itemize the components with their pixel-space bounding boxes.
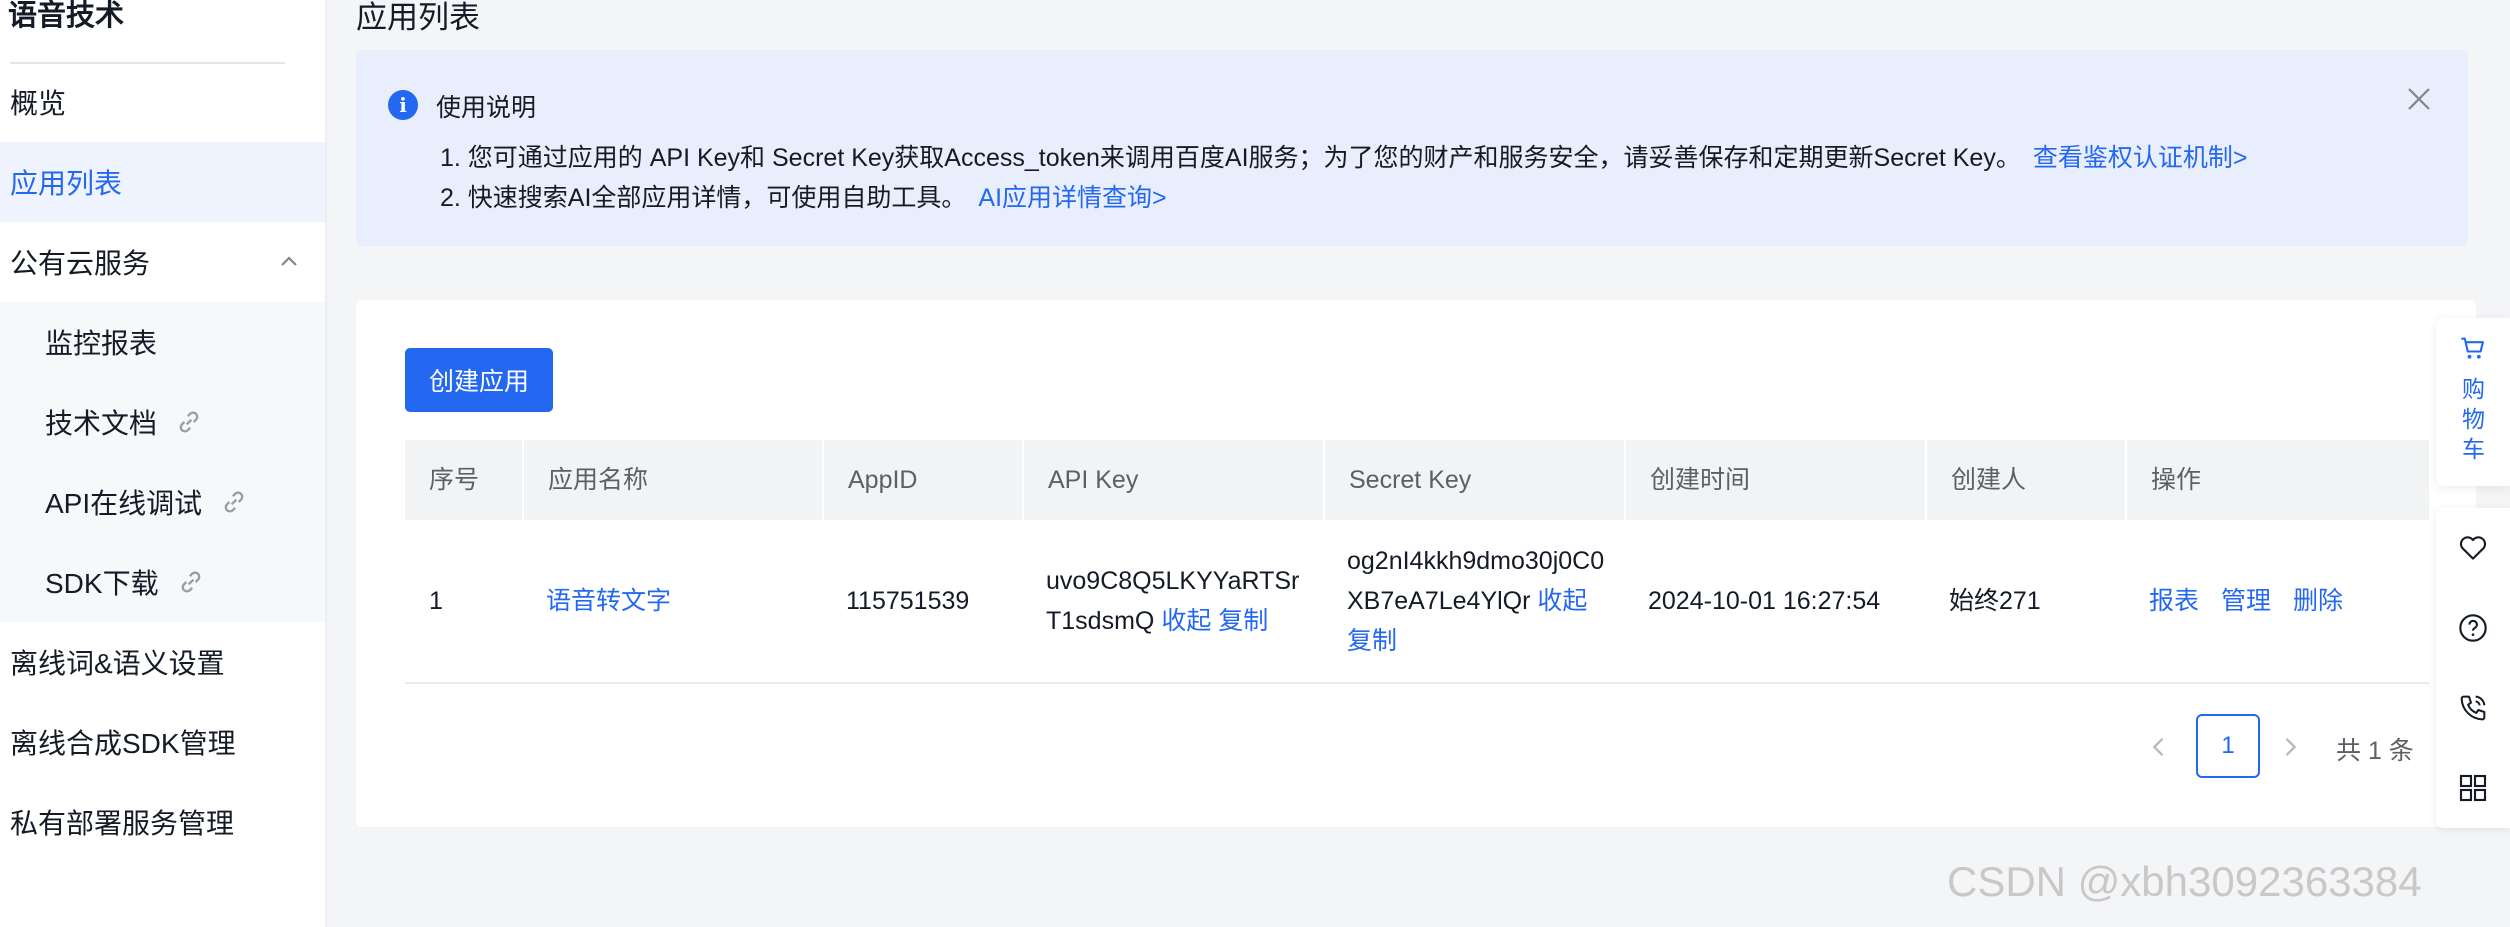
chevron-left-icon[interactable] [2145, 733, 2173, 761]
cell-creator: 始终271 [1925, 520, 2125, 682]
watermark: CSDN @xbh3092363384 [1947, 858, 2422, 905]
sidebar-item-label: 离线合成SDK管理 [10, 728, 236, 759]
sidebar-item-label: 应用列表 [10, 168, 123, 199]
secret-key-collapse-link[interactable]: 收起 [1537, 587, 1587, 615]
sidebar-item-app-list[interactable]: 应用列表 [0, 142, 325, 222]
sidebar-item-label: 公有云服务 [10, 248, 151, 279]
cell-actions: 报表 管理 删除 [2125, 520, 2429, 682]
create-app-button[interactable]: 创建应用 [405, 348, 553, 412]
secret-key-block: og2nI4kkh9dmo30j0C0XB7eA7Le4YlQr 收起 复制 [1347, 541, 1610, 661]
column-header-created-at: 创建时间 [1624, 440, 1925, 520]
cell-secret-key: og2nI4kkh9dmo30j0C0XB7eA7Le4YlQr 收起 复制 [1323, 520, 1624, 682]
manage-link[interactable]: 管理 [2221, 587, 2271, 615]
sidebar-item-label: 技术文档 [45, 408, 158, 439]
sidebar-item-private-deploy[interactable]: 私有部署服务管理 [0, 782, 325, 862]
notice-line-2-text: 2. 快速搜索AI全部应用详情，可使用自助工具。 [440, 184, 967, 212]
page-title: 应用列表 [356, 0, 480, 35]
column-header-secret-key: Secret Key [1323, 440, 1624, 520]
heart-icon[interactable] [2457, 532, 2489, 564]
row-actions: 报表 管理 删除 [2149, 581, 2365, 621]
sidebar: 语音技术 概览 应用列表 公有云服务 监控报表 技术文档 API在线调试 SDK… [0, 0, 327, 927]
cart-icon [2461, 337, 2484, 359]
sidebar-item-label: 概览 [10, 88, 67, 119]
page-number-button[interactable]: 1 [2196, 714, 2260, 778]
sidebar-item-label: 离线词&语义设置 [10, 648, 225, 679]
sidebar-item-api-debug[interactable]: API在线调试 [0, 462, 325, 542]
phone-icon[interactable] [2457, 692, 2489, 724]
info-icon: i [388, 90, 418, 120]
sidebar-item-monitor-report[interactable]: 监控报表 [0, 302, 325, 382]
api-key-block: uvo9C8Q5LKYYaRTSrT1sdsmQ 收起 复制 [1046, 561, 1309, 641]
cell-index: 1 [405, 520, 522, 682]
notice-line-1-text: 1. 您可通过应用的 API Key和 Secret Key获取Access_t… [440, 144, 2021, 172]
creator-value: 始终271 [1949, 587, 2041, 615]
row-index: 1 [429, 587, 443, 615]
grid-apps-icon[interactable] [2457, 772, 2489, 804]
cell-app-id: 115751539 [822, 520, 1022, 682]
report-link[interactable]: 报表 [2149, 587, 2199, 615]
sidebar-item-label: API在线调试 [45, 488, 203, 519]
usage-notice: i 使用说明 1. 您可通过应用的 API Key和 Secret Key获取A… [356, 50, 2468, 246]
column-header-app-id: AppID [822, 440, 1022, 520]
api-key-collapse-link[interactable]: 收起 [1161, 607, 1211, 635]
sidebar-item-label: 私有部署服务管理 [10, 808, 235, 839]
notice-line-1: 1. 您可通过应用的 API Key和 Secret Key获取Access_t… [440, 138, 2247, 174]
app-name-link[interactable]: 语音转文字 [546, 581, 671, 621]
cell-app-name: 语音转文字 [522, 520, 822, 682]
sidebar-item-offline-tts-sdk[interactable]: 离线合成SDK管理 [0, 702, 325, 782]
sidebar-item-label: 监控报表 [45, 328, 158, 359]
app-id-value: 115751539 [846, 587, 970, 615]
sidebar-item-sdk-download[interactable]: SDK下载 [0, 542, 325, 622]
secret-key-copy-link[interactable]: 复制 [1347, 627, 1397, 655]
close-icon[interactable] [2404, 84, 2434, 114]
auth-mechanism-link[interactable]: 查看鉴权认证机制> [2033, 144, 2248, 172]
table-row: 1 语音转文字 115751539 uvo9C8Q5LKYYaRTSrT1sds… [405, 520, 2429, 684]
notice-line-2: 2. 快速搜索AI全部应用详情，可使用自助工具。 AI应用详情查询> [440, 178, 1167, 214]
column-header-actions: 操作 [2125, 440, 2429, 520]
sidebar-item-label: SDK下载 [45, 568, 159, 599]
api-key-copy-link[interactable]: 复制 [1218, 607, 1268, 635]
chevron-up-icon[interactable] [277, 250, 301, 274]
external-link-icon [224, 491, 244, 513]
product-title: 语音技术 [8, 0, 125, 32]
shopping-cart-button[interactable]: 购物车 [2436, 318, 2510, 486]
ai-app-detail-link[interactable]: AI应用详情查询> [978, 184, 1166, 212]
sidebar-item-offline-words[interactable]: 离线词&语义设置 [0, 622, 325, 702]
table-header: 序号 应用名称 AppID API Key Secret Key 创建时间 创建… [405, 440, 2429, 520]
column-header-api-key: API Key [1022, 440, 1323, 520]
cell-api-key: uvo9C8Q5LKYYaRTSrT1sdsmQ 收起 复制 [1022, 520, 1323, 682]
column-header-app-name: 应用名称 [522, 440, 822, 520]
sidebar-item-tech-docs[interactable]: 技术文档 [0, 382, 325, 462]
column-header-index: 序号 [429, 466, 480, 494]
cart-label: 购物车 [2462, 376, 2485, 462]
notice-title: 使用说明 [436, 94, 537, 122]
sidebar-item-public-cloud[interactable]: 公有云服务 [0, 222, 325, 302]
cell-created-at: 2024-10-01 16:27:54 [1624, 520, 1925, 682]
column-header-creator: 创建人 [1925, 440, 2125, 520]
chevron-right-icon[interactable] [2276, 733, 2304, 761]
external-link-icon [181, 571, 200, 593]
sidebar-item-overview[interactable]: 概览 [0, 62, 325, 142]
delete-link[interactable]: 删除 [2293, 587, 2343, 615]
help-icon[interactable] [2457, 612, 2489, 644]
external-link-icon [179, 411, 199, 433]
pagination-total: 共 1 条 [2336, 737, 2414, 765]
created-at-value: 2024-10-01 16:27:54 [1648, 587, 1881, 615]
float-tools-panel [2436, 508, 2510, 828]
